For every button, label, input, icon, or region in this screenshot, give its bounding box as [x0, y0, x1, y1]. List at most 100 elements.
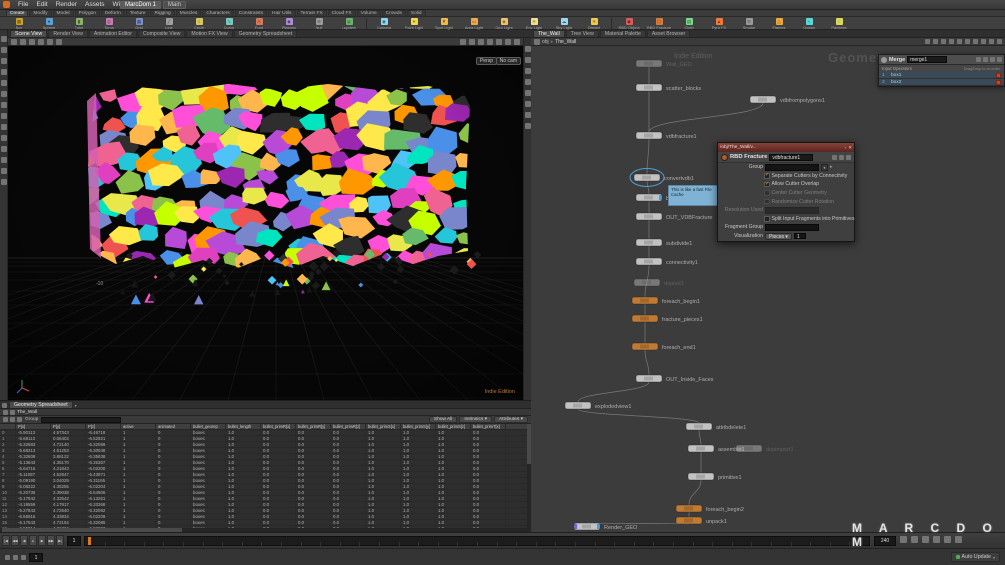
merge-parameter-panel[interactable]: Merge merge1 Input Operators Drag/Drop t… [878, 54, 1005, 87]
shelf-tool-platonic[interactable]: ◆Platonic [274, 18, 304, 30]
node-render-geo[interactable]: Render_GEO [574, 523, 638, 531]
group-field[interactable] [41, 417, 121, 423]
shelf-tool-spot-light[interactable]: ▼Spot Light [429, 18, 459, 30]
param-field-group[interactable] [765, 164, 819, 171]
view-tool-icon[interactable] [525, 46, 531, 52]
frame-slider[interactable] [84, 536, 870, 546]
input-operator-row[interactable]: 2box2 [879, 79, 1004, 86]
edges-mode-icon[interactable] [56, 39, 62, 45]
transport-[interactable]: ● [29, 535, 37, 546]
column-header-animated[interactable]: animated [156, 424, 191, 429]
info-icon[interactable] [1, 168, 7, 174]
dialog-maximize-icon[interactable]: ▫ [845, 145, 847, 150]
shelf-tool-area-light[interactable]: ▭Area Light [459, 18, 489, 30]
shelf-tab-create[interactable]: Create [6, 10, 28, 16]
snapshot-icon[interactable] [965, 39, 970, 44]
column-header-bullet-georep[interactable]: bullet_georep [191, 424, 226, 429]
shelf-tool-flames[interactable]: △Flames [764, 18, 794, 30]
expand-arrow-icon[interactable]: ▸ [830, 164, 833, 170]
select-icon[interactable] [1, 36, 7, 42]
menu-edit[interactable]: Edit [32, 1, 51, 8]
input-operator-row[interactable]: 1box1 [879, 72, 1004, 79]
column-header-p-x[interactable]: P[x] [16, 424, 51, 429]
scene-viewport[interactable]: -10 Persp No cam Indie Edition [8, 46, 523, 400]
points-mode-icon[interactable] [47, 39, 53, 45]
pane-tab-asset-browser[interactable]: Asset Browser [647, 30, 690, 37]
node-attribdelete1[interactable]: attribdelete1 [686, 423, 746, 431]
shelf-tool-pyro-fx[interactable]: ▲Pyro FX [704, 18, 734, 30]
column-header-bullet-primt-x[interactable]: bullet_primT[x] [471, 424, 506, 429]
shelf-tab-cloud-fx[interactable]: Cloud FX [328, 10, 356, 16]
help-icon[interactable] [846, 155, 851, 160]
lock-camera-icon[interactable] [469, 39, 475, 45]
shelf-tab-deform[interactable]: Deform [101, 10, 125, 16]
node-out-vdbfracture[interactable]: OUT_VDBFracture [636, 213, 712, 221]
node-subdivide1[interactable]: subdivide1 [636, 239, 692, 247]
node-connectivity1[interactable]: connectivity1 [636, 258, 698, 266]
remove-input-icon[interactable] [996, 73, 1001, 78]
shelf-tool-tube[interactable]: ▮Tube [64, 18, 94, 30]
shelf-tool-sky-light[interactable]: ☁Sky Light [549, 18, 579, 30]
param-field-resolution-used[interactable] [765, 207, 819, 214]
viewport-canvas[interactable]: -10 [8, 46, 523, 400]
menu-render[interactable]: Render [52, 1, 81, 8]
node-unpack1[interactable]: unpack1 [676, 517, 727, 525]
column-header-bullet-prims-x[interactable]: bullet_primS[x] [366, 424, 401, 429]
select-mode-icon[interactable] [20, 39, 26, 45]
sticky-note[interactable]: This is like a fast File Cache [668, 185, 718, 206]
shelf-tab-characters[interactable]: Characters [202, 10, 233, 16]
shelf-tool-distant[interactable]: ☀Distant [579, 18, 609, 30]
column-header-p-z[interactable]: P[z] [86, 424, 121, 429]
checkbox-center-cutter-geometry[interactable] [764, 190, 770, 196]
link-icon[interactable] [3, 410, 8, 415]
gear-icon[interactable] [990, 57, 995, 62]
shelf-tool-cloth[interactable]: ▤Cloth [674, 18, 704, 30]
node-explodedview1[interactable]: explodedview1 [565, 402, 631, 410]
visualization-dropdown[interactable]: Pieces ▾ [765, 233, 792, 240]
node-fracture-pieces1[interactable]: fracture_pieces1 [632, 315, 703, 323]
column-header-index[interactable] [0, 424, 16, 429]
shelf-tool-null[interactable]: ✛Null [304, 18, 334, 30]
camera-icon[interactable] [460, 39, 466, 45]
checkbox-allow-cutter-overlap[interactable]: ✓ [764, 182, 770, 188]
desktop-tab-main[interactable]: Main [163, 1, 186, 9]
shelf-tab-rigging[interactable]: Rigging [150, 10, 174, 16]
column-header-bullet-primr-y[interactable]: bullet_primR[y] [296, 424, 331, 429]
display-opts-icon[interactable] [525, 112, 531, 118]
dropdown-arrow-icon[interactable]: ▾ [821, 164, 828, 171]
node-dopnet1[interactable]: dopnet1 [634, 279, 684, 287]
view-icon[interactable] [1, 113, 7, 119]
layout-icon[interactable] [1, 179, 7, 185]
shelf-tab-terrain-fx[interactable]: Terrain FX [297, 10, 327, 16]
display-options-icon[interactable] [487, 39, 493, 45]
up-level-icon[interactable] [941, 39, 946, 44]
construction-plane-icon[interactable] [38, 39, 44, 45]
node-wall-geo[interactable]: Wall_GEO [636, 60, 692, 68]
node-scatter-blocks[interactable]: scatter_blocks [636, 84, 701, 92]
dialog-titlebar[interactable]: /obj/The_Wall/v... ▫ ✕ [718, 143, 854, 152]
shelf-tool-ocean[interactable]: ≈Ocean [794, 18, 824, 30]
parameter-dialog[interactable]: /obj/The_Wall/v... ▫ ✕ RBD Fracture vdbf… [717, 142, 855, 242]
bell-icon[interactable] [13, 555, 18, 560]
home-view-icon[interactable] [525, 57, 531, 63]
forward-icon[interactable] [933, 39, 938, 44]
node-name-field[interactable]: vdbfracture1 [769, 154, 813, 161]
column-header-bullet-prims-y[interactable]: bullet_primS[y] [401, 424, 436, 429]
no-cam-button[interactable]: No cam [496, 57, 521, 65]
shading-mode-icon[interactable] [478, 39, 484, 45]
network-canvas[interactable]: Wall_GEOscatter_blocksvdbfrompolygons1vd… [531, 46, 1005, 532]
grid-toggle-icon[interactable] [1, 157, 7, 163]
column-header-bullet-primr-z[interactable]: bullet_primR[z] [331, 424, 366, 429]
shelf-tool-torus[interactable]: ◎Torus [94, 18, 124, 30]
pin-icon[interactable] [976, 57, 981, 62]
grid-snap-icon[interactable] [973, 39, 978, 44]
flipbook-icon[interactable] [1, 146, 7, 152]
shelf-tool-particles[interactable]: ⁘Particles [824, 18, 854, 30]
pane-tab-the-wall[interactable]: The_Wall [533, 30, 565, 37]
lock-icon[interactable] [983, 57, 988, 62]
persp-ortho-icon[interactable] [525, 79, 531, 85]
spreadsheet-rows[interactable]: 0-5.901134.57343-6.4671810boxes1.00.00.0… [0, 430, 531, 532]
current-frame-field[interactable]: 1 [67, 536, 81, 546]
network-path-obj[interactable]: obj [542, 39, 549, 45]
node-out-inside-faces[interactable]: OUT_Inside_Faces [636, 375, 714, 383]
